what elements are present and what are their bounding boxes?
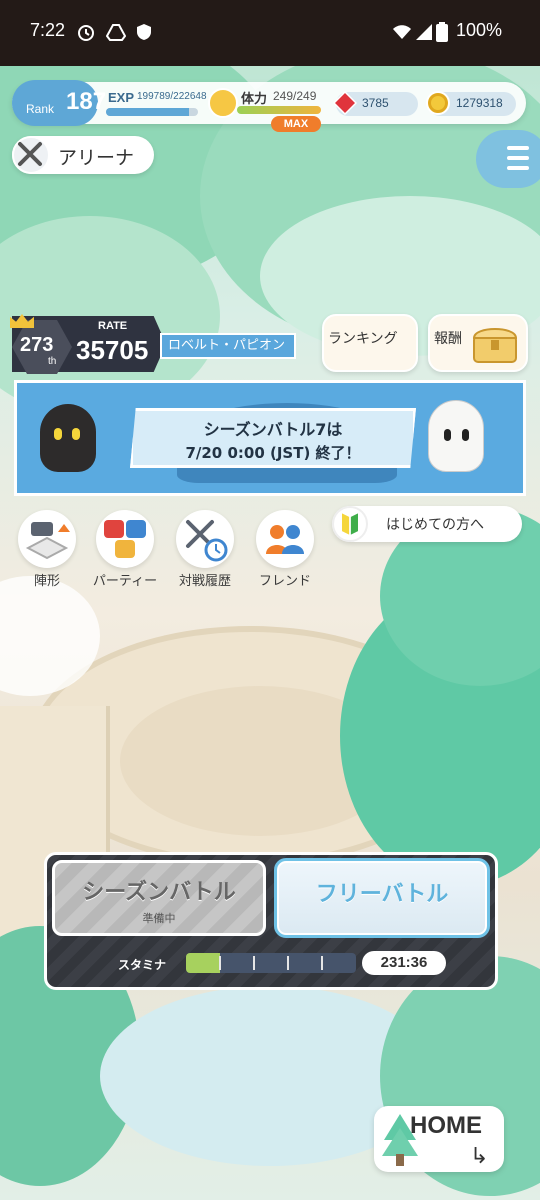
rate-label: RATE [98,320,128,332]
stamina-value: 249/249 [273,89,317,103]
reward-label: 報酬 [434,331,462,347]
stamina-bar [237,106,321,114]
battery-icon [436,22,448,42]
player-name: ロベルト・パピオン [160,333,296,359]
drive-icon [106,24,126,41]
stamina-divider [219,956,221,970]
beginner-mark-icon [332,506,368,542]
exp-bar [106,108,198,116]
arena-background [0,66,540,1200]
rank-label: Rank [26,102,55,116]
gem-count: 3785 [362,96,389,110]
gem-icon [333,91,357,115]
formation-button[interactable] [18,510,76,568]
battle-stamina-label: スタミナ [118,958,167,972]
wifi-icon [393,25,411,39]
crossed-swords-icon [12,136,50,174]
rank-value: 187 [66,88,107,115]
banner-line-2: 7/20 0:00 (JST) 終了！ [185,444,361,462]
alarm-icon [78,25,94,41]
stamina-divider [321,956,323,970]
banner-line-1: シーズンバトル7は [203,420,343,439]
signal-icon [416,24,432,40]
friends-label: フレンド [258,574,311,589]
stamina-bar-fill [237,106,321,114]
exp-value: 199789/222648 [137,91,207,102]
free-battle-label: フリーバトル [315,882,449,907]
season-battle-label: シーズンバトル [82,880,236,905]
status-bar: 7:22 100% [0,0,540,66]
battle-stamina-fill [186,953,220,973]
formation-label: 陣形 [33,574,60,589]
stamina-timer: 231:36 [362,951,446,975]
exp-label: EXP [108,90,135,105]
stamina-divider [253,956,255,970]
home-arrow-icon: ↳ [470,1144,489,1169]
battle-history-button[interactable] [176,510,234,568]
coin-count: 1279318 [456,96,503,110]
stamina-label: 体力 [241,91,268,106]
battle-history-icon [186,520,228,562]
friends-button[interactable] [256,510,314,568]
formation-icon [25,522,70,560]
status-time: 7:22 [30,20,66,40]
season-battle-status: 準備中 [142,912,176,925]
arena-title-text: アリーナ [58,147,135,169]
party-button[interactable] [96,510,154,568]
party-icon [104,520,146,558]
stamina-icon [208,88,238,118]
rate-value: 35705 [76,335,149,365]
menu-icon [507,146,529,150]
party-label: パーティー [92,574,158,589]
battle-history-label: 対戦履歴 [178,574,231,589]
place-suffix: th [48,356,57,367]
stamina-divider [287,956,289,970]
battery-percent: 100% [455,20,502,40]
menu-icon [507,166,529,170]
menu-icon [507,156,529,160]
coin-icon [426,91,450,115]
friends-icon [266,525,304,554]
white-ghost-character [428,400,484,472]
battle-stamina-bar [186,953,356,973]
exp-bar-fill [106,108,189,116]
dark-ghost-character [40,404,96,472]
shield-icon [137,24,151,40]
place-number: 273 [20,334,54,356]
ranking-label: ランキング [328,331,398,347]
max-badge: MAX [271,116,321,132]
treasure-chest-icon [472,328,518,363]
home-label: HOME [410,1112,482,1139]
beginner-guide-label: はじめての方へ [386,517,484,533]
rank-badge[interactable]: Rank 187 [12,80,106,126]
